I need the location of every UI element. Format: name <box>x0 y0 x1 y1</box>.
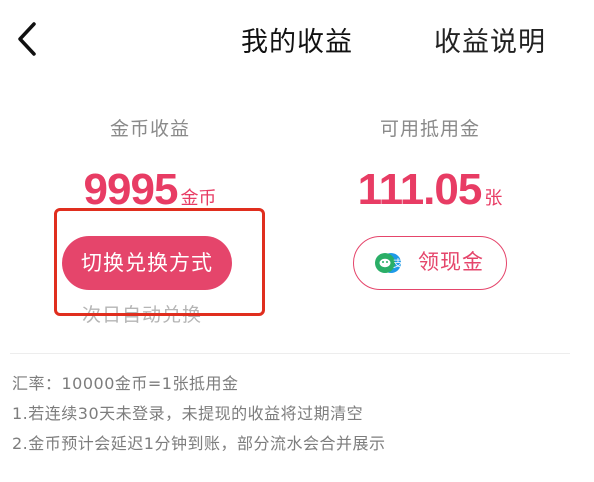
collect-cash-label: 领现金 <box>418 250 484 274</box>
auto-exchange-note: 次日自动兑换 <box>82 304 203 326</box>
earnings-explanation-link[interactable]: 收益说明 <box>434 20 546 59</box>
exchange-rate-note: 汇率：10000金币=1张抵用金 <box>12 374 239 393</box>
wechat-pay-icon: 支 <box>375 253 401 273</box>
svg-text:支: 支 <box>393 258 401 270</box>
section-divider <box>10 353 570 354</box>
earnings-notes: 汇率：10000金币=1张抵用金 1.若连续30天未登录，未提现的收益将过期清空… <box>12 369 385 459</box>
collect-cash-button[interactable]: 支 领现金 <box>353 236 507 290</box>
coin-earnings-value: 9995 <box>83 165 179 214</box>
coin-earnings-value-row: 9995 金币 <box>50 165 250 217</box>
coin-earnings-panel: 金币收益 9995 金币 <box>50 115 250 217</box>
coin-earnings-unit: 金币 <box>180 188 217 209</box>
top-bar: 我的收益 收益说明 <box>0 0 594 80</box>
voucher-label: 可用抵用金 <box>379 118 480 140</box>
delay-note: 2.金币预计会延迟1分钟到账，部分流水会合并展示 <box>12 434 386 453</box>
coin-earnings-label: 金币收益 <box>109 118 190 140</box>
voucher-unit: 张 <box>484 188 503 209</box>
voucher-value-row: 111.05 张 <box>330 165 530 217</box>
expiry-note: 1.若连续30天未登录，未提现的收益将过期清空 <box>12 404 364 423</box>
voucher-value: 111.05 <box>357 165 483 214</box>
voucher-panel: 可用抵用金 111.05 张 <box>330 115 530 217</box>
switch-exchange-method-button[interactable]: 切换兑换方式 <box>62 236 232 290</box>
